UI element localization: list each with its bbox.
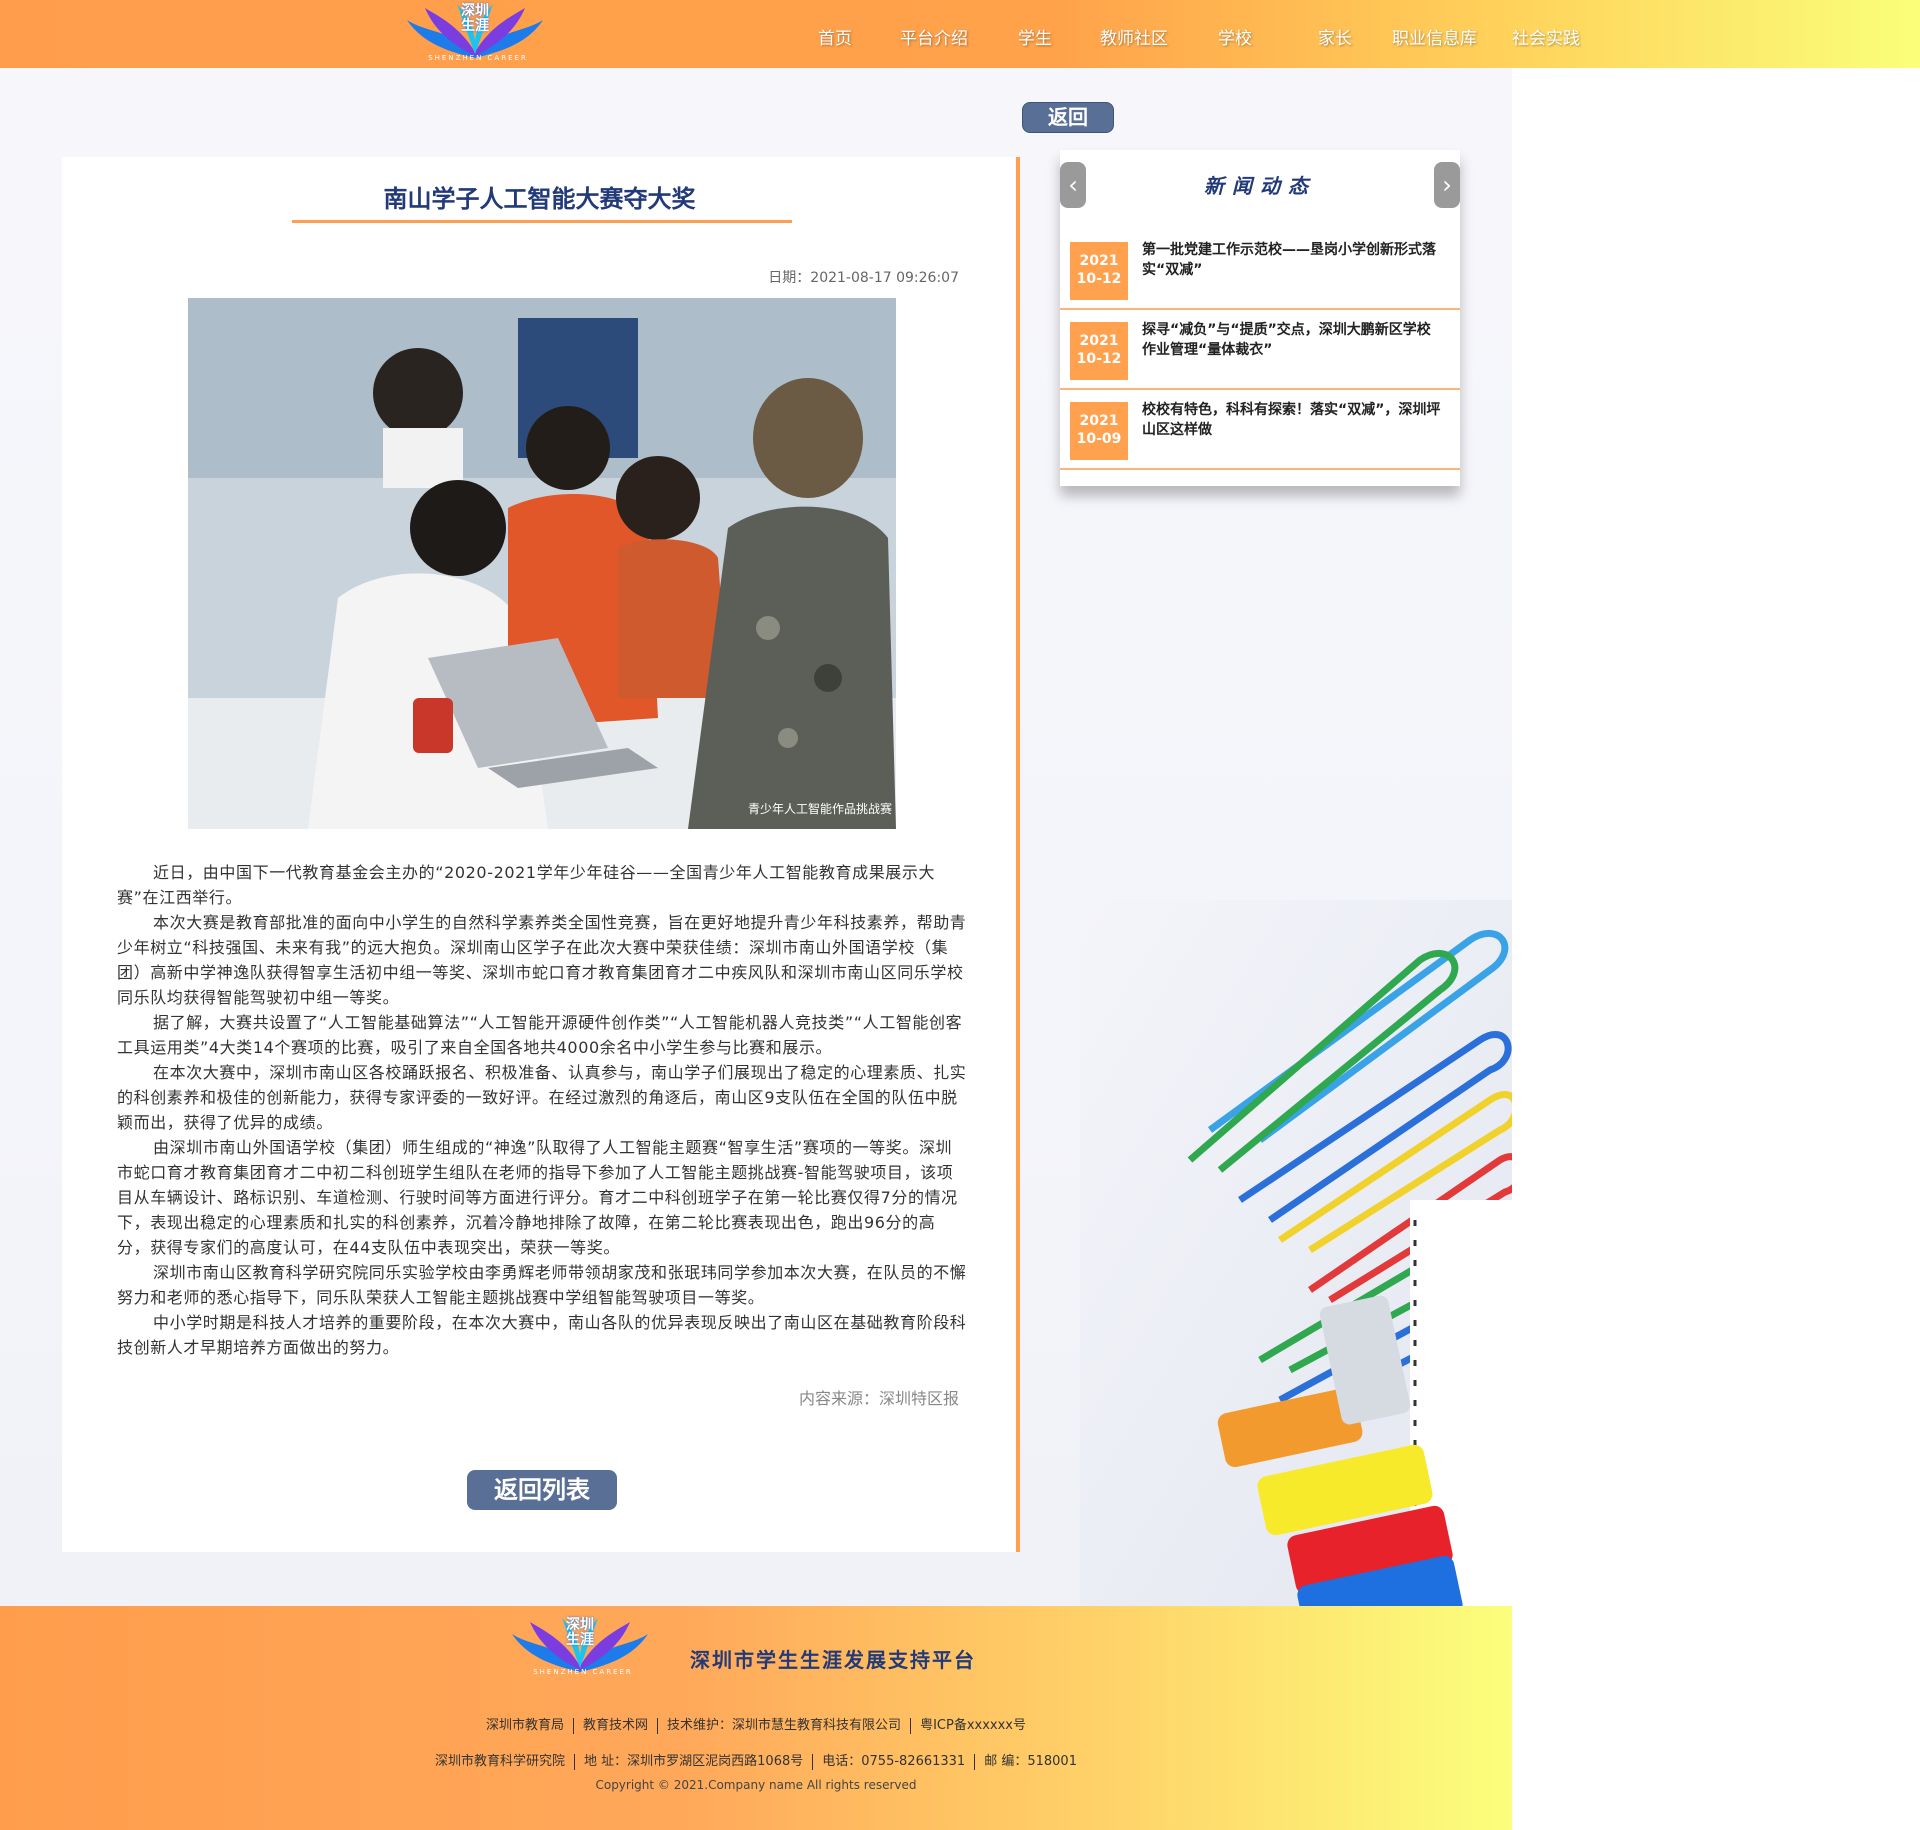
divider: [657, 1717, 659, 1734]
footer-link[interactable]: 深圳市教育科学研究院: [435, 1754, 565, 1769]
footer-text: 邮 编：518001: [984, 1754, 1077, 1769]
nav-social-practice[interactable]: 社会实践: [1512, 24, 1580, 49]
top-header: 深圳 生涯 SHENZHEN CAREER 首页 平台介绍 学生 教师社区 学校…: [0, 0, 1920, 68]
news-heading: 新闻动态: [1204, 174, 1316, 198]
footer-link[interactable]: 教育技术网: [583, 1718, 648, 1733]
footer-copyright: Copyright © 2021.Company name All rights…: [595, 1778, 917, 1792]
divider: [574, 1753, 576, 1770]
news-month-day: 10-09: [1076, 431, 1122, 447]
news-date-badge: 2021 10-09: [1070, 402, 1128, 460]
footer-links-row-1: 深圳市教育局 教育技术网 技术维护：深圳市慧生教育科技有限公司 粤ICP备xxxxxx…: [0, 1714, 1512, 1734]
site-footer: 深圳 生涯 SHENZHEN CAREER 深圳市学生生涯发展支持平台 深圳市教…: [0, 1606, 1512, 1830]
article-paragraph: 据了解，大赛共设置了“人工智能基础算法”“人工智能开源硬件创作类”“人工智能机器…: [117, 1013, 963, 1057]
news-month-day: 10-12: [1076, 351, 1122, 367]
news-year: 2021: [1079, 333, 1119, 349]
nav-home[interactable]: 首页: [818, 24, 852, 49]
back-to-list-button[interactable]: 返回列表: [467, 1470, 617, 1510]
article-body: 近日，由中国下一代教育基金会主办的“2020-2021学年少年硅谷——全国青少年…: [117, 860, 967, 1360]
news-year: 2021: [1079, 413, 1119, 429]
divider: [573, 1717, 575, 1734]
nav-teacher-community[interactable]: 教师社区: [1100, 24, 1168, 49]
divider: [974, 1753, 976, 1770]
footer-link[interactable]: 深圳市教育局: [486, 1718, 564, 1733]
back-button[interactable]: 返回: [1022, 102, 1114, 133]
stationery-illustration: [1080, 900, 1512, 1606]
logo-subtitle: SHENZHEN CAREER: [428, 54, 528, 62]
news-month-day: 10-12: [1076, 271, 1122, 287]
chevron-right-icon[interactable]: ›: [1434, 162, 1460, 208]
divider: [910, 1717, 912, 1734]
footer-title: 深圳市学生生涯发展支持平台: [690, 1648, 976, 1672]
students-photo-illustration: 青少年人工智能作品挑战赛: [188, 298, 896, 829]
article-paragraph: 由深圳市南山外国语学校（集团）师生组成的“神逸”队取得了人工智能主题赛“智享生活…: [117, 1138, 958, 1257]
news-date-badge: 2021 10-12: [1070, 322, 1128, 380]
article-title: 南山学子人工智能大赛夺大奖: [383, 185, 696, 213]
divider: [812, 1753, 814, 1770]
footer-text: 地 址：深圳市罗湖区泥岗西路1068号: [584, 1754, 804, 1769]
footer-logo-text: 深圳 生涯: [566, 1617, 594, 1648]
article-photo: 青少年人工智能作品挑战赛: [188, 298, 896, 829]
nav-platform-intro[interactable]: 平台介绍: [900, 24, 968, 49]
nav-student[interactable]: 学生: [1018, 24, 1052, 49]
footer-text: 粤ICP备xxxxxx号: [920, 1718, 1026, 1733]
article-right-border: [1016, 157, 1020, 1552]
site-logo[interactable]: 深圳 生涯 SHENZHEN CAREER: [405, 2, 545, 64]
footer-text: 电话：0755-82661331: [822, 1754, 966, 1769]
news-title: 校校有特色，科科有探索！落实“双减”，深圳坪山区这样做: [1142, 402, 1441, 438]
article-panel: 南山学子人工智能大赛夺大奖 日期：2021-08-17 09:26:07 青少年…: [62, 157, 1017, 1552]
article-paragraph: 本次大赛是教育部批准的面向中小学生的自然科学素养类全国性竞赛，旨在更好地提升青少…: [117, 913, 967, 1007]
footer-logo[interactable]: 深圳 生涯 SHENZHEN CAREER: [510, 1616, 650, 1678]
footer-links-row-2: 深圳市教育科学研究院 地 址：深圳市罗湖区泥岗西路1068号 电话：0755-826…: [0, 1750, 1512, 1770]
nav-career-database[interactable]: 职业信息库: [1392, 24, 1477, 49]
article-paragraph: 在本次大赛中，深圳市南山区各校踊跃报名、积极准备、认真参与，南山学子们展现出了稳…: [117, 1063, 967, 1132]
news-item[interactable]: 2021 10-12 第一批党建工作示范校——垦岗小学创新形式落实“双减”: [1060, 230, 1460, 310]
logo-text: 深圳 生涯: [461, 3, 489, 34]
news-item[interactable]: 2021 10-09 校校有特色，科科有探索！落实“双减”，深圳坪山区这样做: [1060, 390, 1460, 470]
article-paragraph: 近日，由中国下一代教育基金会主办的“2020-2021学年少年硅谷——全国青少年…: [117, 863, 936, 907]
footer-text: 技术维护：深圳市慧生教育科技有限公司: [667, 1718, 902, 1733]
article-source: 内容来源：深圳特区报: [798, 1389, 959, 1408]
news-date-badge: 2021 10-12: [1070, 242, 1128, 300]
nav-school[interactable]: 学校: [1218, 24, 1252, 49]
article-paragraph: 深圳市南山区教育科学研究院同乐实验学校由李勇辉老师带领胡家茂和张珉玮同学参加本次…: [117, 1263, 967, 1307]
article-date: 日期：2021-08-17 09:26:07: [768, 270, 959, 286]
article-paragraph: 中小学时期是科技人才培养的重要阶段，在本次大赛中，南山各队的优异表现反映出了南山…: [117, 1313, 967, 1357]
news-year: 2021: [1079, 253, 1119, 269]
photo-caption: 青少年人工智能作品挑战赛: [748, 801, 892, 816]
stationery-decoration: [1080, 900, 1512, 1606]
footer-logo-subtitle: SHENZHEN CAREER: [533, 1668, 633, 1676]
news-item[interactable]: 2021 10-12 探寻“减负”与“提质”交点，深圳大鹏新区学校作业管理“量体…: [1060, 310, 1460, 390]
news-panel: ‹ 新闻动态 › 2021 10-12 第一批党建工作示范校——垦岗小学创新形式…: [1060, 150, 1460, 486]
news-title: 第一批党建工作示范校——垦岗小学创新形式落实“双减”: [1142, 242, 1436, 278]
nav-parent[interactable]: 家长: [1318, 24, 1352, 49]
title-underline: [292, 220, 792, 223]
news-title: 探寻“减负”与“提质”交点，深圳大鹏新区学校作业管理“量体裁衣”: [1142, 322, 1431, 358]
